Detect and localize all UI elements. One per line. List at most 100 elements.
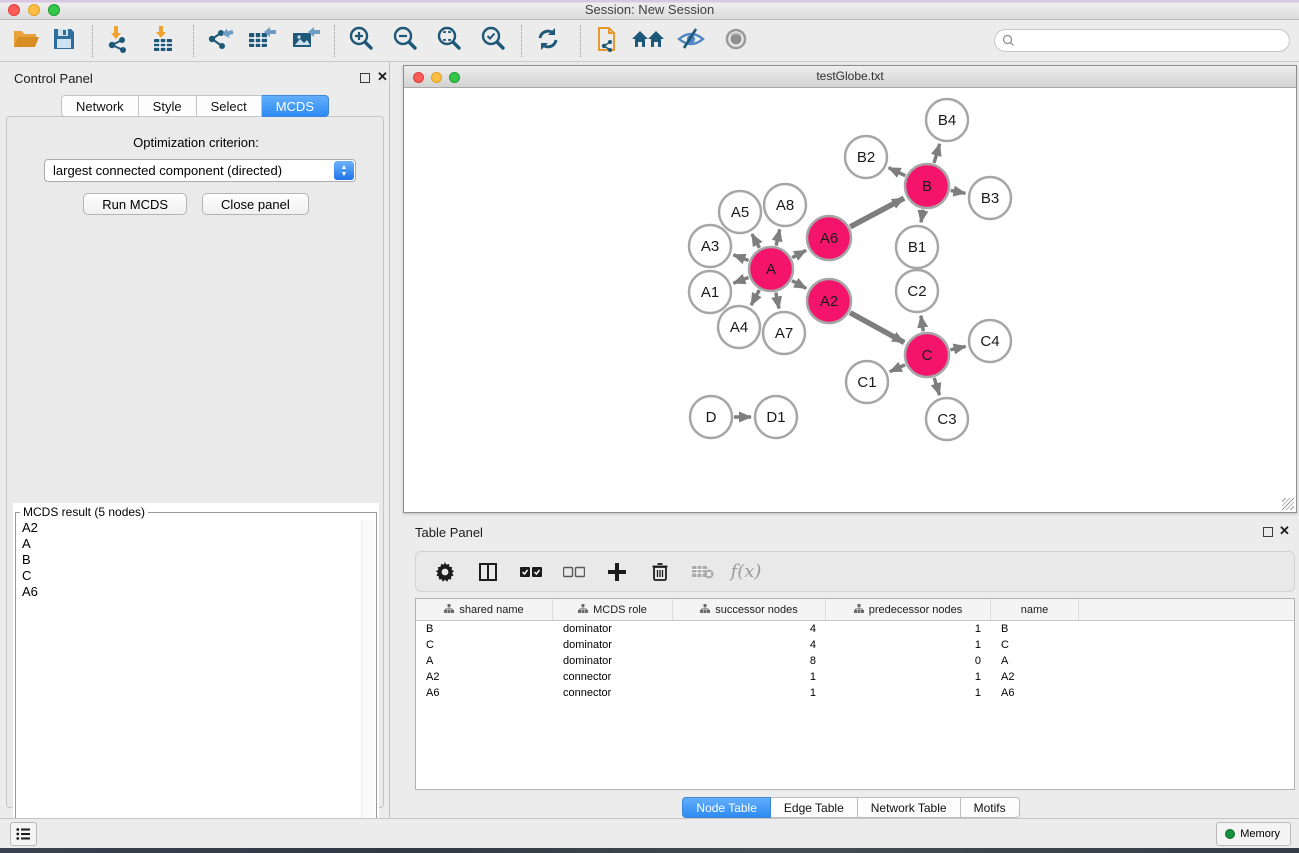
table-cell[interactable]: B: [416, 621, 553, 637]
edge-A-A4[interactable]: [751, 290, 759, 305]
table-cell[interactable]: A2: [991, 669, 1079, 685]
column-header-name[interactable]: name: [991, 599, 1079, 620]
table-cell[interactable]: 8: [673, 653, 826, 669]
result-item[interactable]: B: [17, 552, 361, 568]
zoom-selected-button[interactable]: [475, 23, 511, 59]
node-C1[interactable]: C1: [846, 361, 888, 403]
node-A4[interactable]: A4: [718, 306, 760, 348]
edge-A-A7[interactable]: [776, 293, 779, 309]
table-cell[interactable]: dominator: [553, 653, 673, 669]
network-window-titlebar[interactable]: testGlobe.txt: [404, 66, 1296, 88]
close-panel-button[interactable]: Close panel: [202, 193, 309, 215]
edge-B-B2[interactable]: [889, 168, 906, 176]
node-table[interactable]: shared nameMCDS rolesuccessor nodesprede…: [415, 598, 1295, 790]
show-details-button[interactable]: [718, 23, 754, 59]
table-row[interactable]: Bdominator41B: [416, 621, 1294, 637]
select-all-button[interactable]: [520, 561, 542, 583]
tab-mcds[interactable]: MCDS: [262, 95, 329, 117]
result-item[interactable]: A2: [17, 520, 361, 536]
node-D1[interactable]: D1: [755, 396, 797, 438]
result-item[interactable]: A6: [17, 584, 361, 600]
delete-table-button[interactable]: [692, 561, 714, 583]
column-header-MCDS-role[interactable]: MCDS role: [553, 599, 673, 620]
hide-details-button[interactable]: [673, 23, 709, 59]
table-cell[interactable]: dominator: [553, 621, 673, 637]
search-input[interactable]: [1019, 32, 1289, 50]
table-cell[interactable]: A6: [416, 685, 553, 701]
table-row[interactable]: Adominator80A: [416, 653, 1294, 669]
search-field[interactable]: [994, 29, 1290, 52]
network-document-button[interactable]: [590, 23, 626, 59]
export-image-button[interactable]: [288, 23, 324, 59]
node-A6[interactable]: A6: [807, 216, 851, 260]
table-cell[interactable]: C: [416, 637, 553, 653]
export-table-button[interactable]: [244, 23, 280, 59]
node-A[interactable]: A: [749, 247, 793, 291]
edge-A-A8[interactable]: [776, 229, 780, 245]
table-cell[interactable]: 4: [673, 621, 826, 637]
table-settings-button[interactable]: [434, 561, 456, 583]
table-cell[interactable]: connector: [553, 669, 673, 685]
node-B[interactable]: B: [905, 164, 949, 208]
edge-C-C4[interactable]: [950, 346, 965, 349]
window-titlebar[interactable]: Session: New Session: [0, 0, 1299, 20]
table-row[interactable]: Cdominator41C: [416, 637, 1294, 653]
export-network-button[interactable]: [201, 23, 237, 59]
table-cell[interactable]: connector: [553, 685, 673, 701]
float-panel-icon[interactable]: [360, 73, 370, 83]
node-A3[interactable]: A3: [689, 225, 731, 267]
network-canvas[interactable]: AA1A2A3A4A5A6A7A8BB1B2B3B4CC1C2C3C4DD1: [404, 88, 1296, 512]
table-cell[interactable]: B: [991, 621, 1079, 637]
edge-C-C2[interactable]: [921, 316, 923, 332]
node-A7[interactable]: A7: [763, 312, 805, 354]
edge-A-A2[interactable]: [792, 281, 806, 289]
table-cell[interactable]: 1: [673, 685, 826, 701]
tab-style[interactable]: Style: [139, 95, 197, 117]
node-B2[interactable]: B2: [845, 136, 887, 178]
node-B3[interactable]: B3: [969, 177, 1011, 219]
table-cell[interactable]: A: [991, 653, 1079, 669]
mcds-result-list[interactable]: A2ABCA6: [17, 520, 361, 846]
edge-A2-C[interactable]: [850, 313, 904, 343]
edge-B-B1[interactable]: [921, 210, 923, 223]
edge-B-B3[interactable]: [951, 191, 966, 194]
edge-B-B4[interactable]: [934, 144, 940, 163]
deselect-all-button[interactable]: [563, 561, 585, 583]
save-session-button[interactable]: [46, 23, 82, 59]
task-history-button[interactable]: [10, 822, 37, 846]
node-A2[interactable]: A2: [807, 279, 851, 323]
tab-edge-table[interactable]: Edge Table: [771, 797, 858, 818]
show-columns-button[interactable]: [477, 561, 499, 583]
table-cell[interactable]: dominator: [553, 637, 673, 653]
node-D[interactable]: D: [690, 396, 732, 438]
edge-A-A3[interactable]: [733, 255, 748, 261]
node-A5[interactable]: A5: [719, 191, 761, 233]
zoom-in-button[interactable]: [343, 23, 379, 59]
table-cell[interactable]: A: [416, 653, 553, 669]
column-header-successor-nodes[interactable]: successor nodes: [673, 599, 826, 620]
edge-A-A6[interactable]: [792, 250, 806, 257]
import-table-button[interactable]: [145, 23, 181, 59]
node-A1[interactable]: A1: [689, 271, 731, 313]
tab-network-table[interactable]: Network Table: [858, 797, 961, 818]
table-cell[interactable]: 1: [826, 637, 991, 653]
node-C2[interactable]: C2: [896, 270, 938, 312]
table-row[interactable]: A6connector11A6: [416, 685, 1294, 701]
edge-A-A1[interactable]: [733, 278, 748, 284]
close-table-panel-icon[interactable]: ✕: [1279, 523, 1290, 539]
table-cell[interactable]: 1: [826, 685, 991, 701]
tab-network[interactable]: Network: [61, 95, 139, 117]
resize-grip[interactable]: [1282, 498, 1294, 510]
tab-select[interactable]: Select: [197, 95, 262, 117]
node-C3[interactable]: C3: [926, 398, 968, 440]
node-C[interactable]: C: [905, 333, 949, 377]
result-item[interactable]: A: [17, 536, 361, 552]
column-header-predecessor-nodes[interactable]: predecessor nodes: [826, 599, 991, 620]
criterion-select[interactable]: largest connected component (directed) ▲…: [44, 159, 356, 182]
apply-function-button[interactable]: f(x): [735, 561, 757, 583]
node-C4[interactable]: C4: [969, 320, 1011, 362]
close-panel-icon[interactable]: ✕: [377, 69, 388, 85]
result-scrollbar[interactable]: [361, 520, 375, 846]
node-B1[interactable]: B1: [896, 226, 938, 268]
run-mcds-button[interactable]: Run MCDS: [83, 193, 187, 215]
